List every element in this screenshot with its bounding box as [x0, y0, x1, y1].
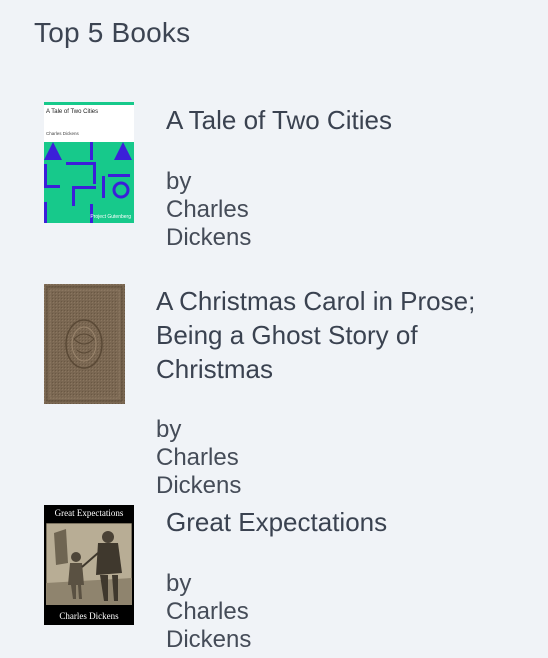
book-title[interactable]: A Tale of Two Cities — [166, 103, 526, 137]
cover-author: Charles Dickens — [59, 611, 119, 621]
book-cover-image[interactable] — [44, 284, 125, 404]
cover-artwork — [44, 142, 134, 223]
cover-artwork — [44, 284, 125, 404]
cover-title: A Tale of Two Cities — [46, 109, 99, 115]
book-author: by Charles Dickens — [156, 416, 242, 499]
cover-title: Great Expectations — [54, 508, 124, 518]
book-author: by Charles Dickens — [166, 570, 252, 653]
cover-publisher: Project Gutenberg — [90, 214, 131, 220]
book-cover-image[interactable]: Great Expectations Charles Dickens — [44, 505, 134, 625]
page-title: Top 5 Books — [34, 17, 191, 48]
cover-accent-bar — [44, 102, 134, 105]
book-cover-image[interactable]: A Tale of Two Cities Charles Dickens Pro… — [44, 102, 134, 223]
cover-author: Charles Dickens — [46, 131, 79, 136]
book-title[interactable]: Great Expectations — [166, 505, 526, 539]
cover-illustration — [46, 523, 132, 605]
book-title[interactable]: A Christmas Carol in Prose; Being a Ghos… — [156, 284, 516, 386]
book-author: by Charles Dickens — [166, 168, 252, 251]
